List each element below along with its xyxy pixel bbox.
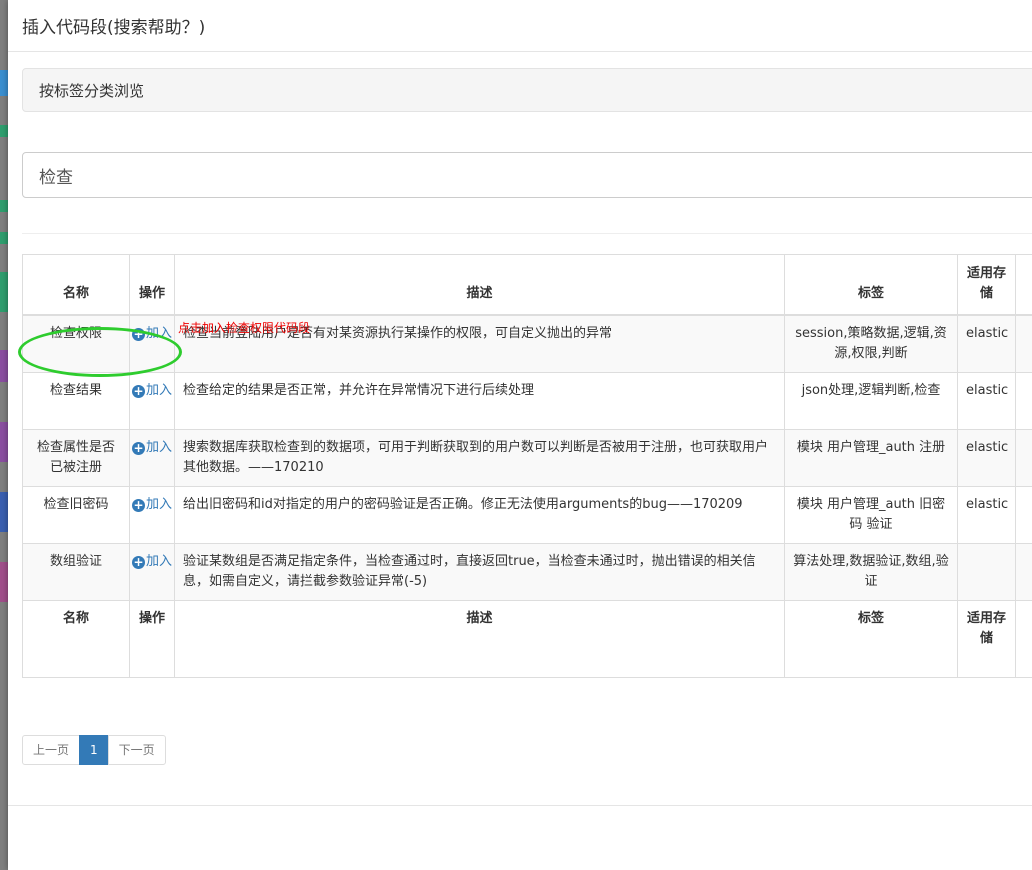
row-store: elastic xyxy=(957,314,1016,373)
add-button[interactable]: + 加入 xyxy=(132,383,172,398)
header-desc: 描述 xyxy=(174,254,785,316)
add-label: 加入 xyxy=(146,382,173,398)
add-button[interactable]: + 加入 xyxy=(132,497,172,512)
row-store: elastic xyxy=(957,428,1016,487)
row-name: 检查结果 xyxy=(22,371,130,430)
table-row: 检查权限 + 加入 检查当前登陆用户是否有对某资源执行某操作的权限，可自定义抛出的… xyxy=(22,314,1032,373)
row-name: 数组验证 xyxy=(22,542,130,601)
row-desc: 验证某数组是否满足指定条件，当检查通过时，直接返回true，当检查未通过时，抛出… xyxy=(174,542,785,601)
table-row: 数组验证 + 加入 验证某数组是否满足指定条件，当检查通过时，直接返回true，当… xyxy=(22,542,1032,601)
add-button[interactable]: + 加入 xyxy=(132,440,172,455)
modal-title: 插入代码段(搜索帮助？) xyxy=(22,18,206,38)
row-tags: 算法处理,数据验证,数组,验证 xyxy=(784,542,958,601)
table-row: 检查属性是否已被注册 + 加入 搜索数据库获取检查到的数据项，可用于判断获取到的用… xyxy=(22,428,1032,487)
row-tags: session,策略数据,逻辑,资源,权限,判断 xyxy=(784,314,958,373)
page-1-button[interactable]: 1 xyxy=(79,735,109,765)
snippet-table: 名称 操作 描述 标签 适用存储 检查权限 + 加入 检查当前登陆用户是否有对某资… xyxy=(22,254,1032,678)
row-desc: 检查给定的结果是否正常，并允许在异常情况下进行后续处理 xyxy=(174,371,785,430)
row-name: 检查权限 xyxy=(22,314,130,373)
modal-footer-divider xyxy=(8,805,1032,806)
plus-circle-icon: + xyxy=(132,554,145,569)
add-label: 加入 xyxy=(146,325,173,341)
search-input[interactable] xyxy=(22,152,1032,198)
add-button[interactable]: + 加入 xyxy=(132,326,172,341)
add-label: 加入 xyxy=(146,553,173,569)
footer-op: 操作 xyxy=(129,599,175,678)
table-row: 检查结果 + 加入 检查给定的结果是否正常，并允许在异常情况下进行后续处理 jso… xyxy=(22,371,1032,430)
header-store: 适用存储 xyxy=(957,254,1016,316)
footer-tags: 标签 xyxy=(784,599,958,678)
table-row: 检查旧密码 + 加入 给出旧密码和id对指定的用户的密码验证是否正确。修正无法使用… xyxy=(22,485,1032,544)
header-name: 名称 xyxy=(22,254,130,316)
row-desc: 给出旧密码和id对指定的用户的密码验证是否正确。修正无法使用arguments的… xyxy=(174,485,785,544)
plus-circle-icon: + xyxy=(132,440,145,455)
plus-circle-icon: + xyxy=(132,497,145,512)
plus-circle-icon: + xyxy=(132,326,145,341)
annotation-hint: 点击加入检查权限代码段 xyxy=(178,321,311,335)
row-tags: 模块 用户管理_auth 注册 xyxy=(784,428,958,487)
modal-header: 插入代码段(搜索帮助？) xyxy=(8,0,1032,52)
insert-snippet-modal: 插入代码段(搜索帮助？) 按标签分类浏览 名称 操作 描述 标签 适用存储 检查… xyxy=(8,0,1032,870)
header-op: 操作 xyxy=(129,254,175,316)
divider xyxy=(22,233,1032,234)
row-name: 检查旧密码 xyxy=(22,485,130,544)
next-page-button[interactable]: 下一页 xyxy=(107,735,166,765)
add-button[interactable]: + 加入 xyxy=(132,554,172,569)
row-desc: 搜索数据库获取检查到的数据项，可用于判断获取到的用户数可以判断是否被用于注册，也… xyxy=(174,428,785,487)
row-store: elastic xyxy=(957,485,1016,544)
row-name: 检查属性是否已被注册 xyxy=(22,428,130,487)
pagination: 上一页 1 下一页 xyxy=(22,735,166,765)
footer-name: 名称 xyxy=(22,599,130,678)
table-header-row: 名称 操作 描述 标签 适用存储 xyxy=(22,254,1032,316)
row-tags: json处理,逻辑判断,检查 xyxy=(784,371,958,430)
add-label: 加入 xyxy=(146,439,173,455)
header-extra xyxy=(1015,254,1032,316)
row-store: elastic xyxy=(957,371,1016,430)
footer-store: 适用存储 xyxy=(957,599,1016,678)
plus-circle-icon: + xyxy=(132,383,145,398)
row-store xyxy=(957,542,1016,601)
header-tags: 标签 xyxy=(784,254,958,316)
prev-page-button[interactable]: 上一页 xyxy=(22,735,81,765)
tag-browse-label: 按标签分类浏览 xyxy=(39,82,145,100)
row-tags: 模块 用户管理_auth 旧密码 验证 xyxy=(784,485,958,544)
add-label: 加入 xyxy=(146,496,173,512)
table-footer-row: 名称 操作 描述 标签 适用存储 xyxy=(22,599,1032,678)
footer-desc: 描述 xyxy=(174,599,785,678)
tag-browse-panel[interactable]: 按标签分类浏览 xyxy=(22,68,1032,112)
